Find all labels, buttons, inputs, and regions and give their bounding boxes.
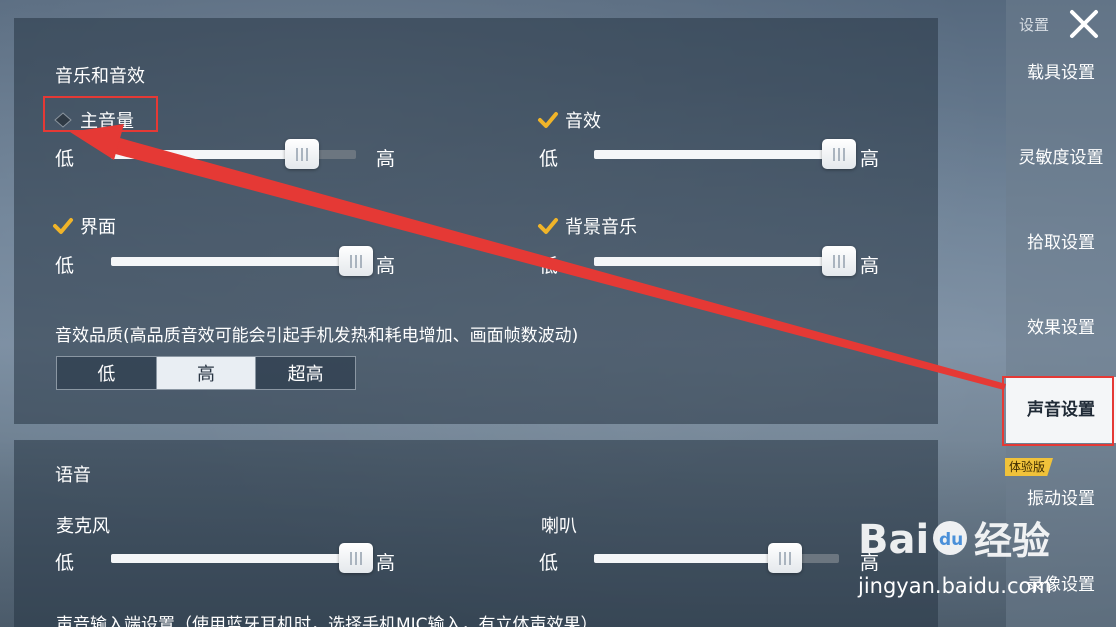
- svg-text:Bai: Bai: [858, 517, 929, 563]
- svg-text:经验: 经验: [974, 519, 1050, 563]
- watermark-url: jingyan.baidu.com: [858, 574, 1052, 598]
- svg-text:du: du: [939, 530, 963, 550]
- baidu-watermark-logo: Bai du 经验: [858, 517, 1050, 563]
